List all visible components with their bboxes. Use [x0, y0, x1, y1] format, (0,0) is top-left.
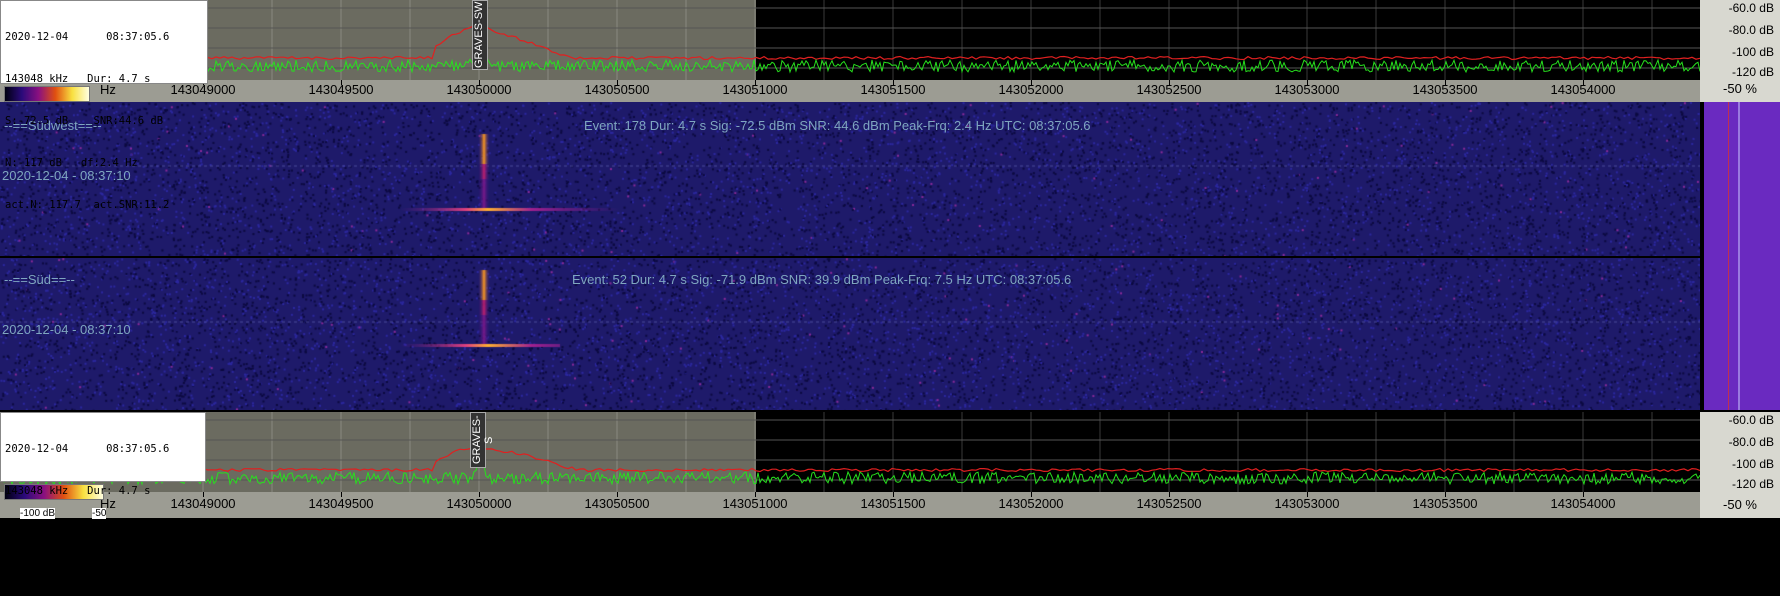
db-label: -120 dB: [1731, 477, 1774, 491]
axis-tick-label: 143054000: [1550, 82, 1616, 97]
db-label: -80.0 dB: [1728, 435, 1774, 449]
axis-tick-label: 143053500: [1412, 82, 1478, 97]
axis-tick-label: 143051500: [860, 82, 926, 97]
axis-tick-label: 143052500: [1136, 496, 1202, 511]
axis-tick-label: 143050500: [584, 82, 650, 97]
bottom-station-label: --==Süd==--: [4, 272, 75, 287]
top-info-line: 143048 kHz Dur: 4.7 s: [5, 73, 151, 85]
bottom-frequency-axis[interactable]: 143049000 143049500 143050000 143050500 1430…: [0, 492, 1700, 518]
axis-tick-label: 143050500: [584, 496, 650, 511]
db-label: -60.0 dB: [1728, 1, 1774, 15]
bottom-timestamp: 2020-12-04 - 08:37:10: [2, 322, 131, 337]
side-level-fill: [1704, 102, 1780, 410]
side-level-line: [1738, 102, 1740, 410]
db-label: -80.0 dB: [1728, 23, 1774, 37]
axis-tick-label: 143052000: [998, 82, 1064, 97]
bottom-spectrum[interactable]: [0, 412, 1700, 492]
axis-tick-label: 143053000: [1274, 82, 1340, 97]
top-frequency-axis[interactable]: 143049000 143049500 143050000 143050500 1430…: [0, 80, 1700, 102]
top-spectrum[interactable]: [0, 0, 1700, 80]
db-label: -100 dB: [1731, 45, 1774, 59]
top-info-line: 2020-12-04 08:37:05.6: [5, 31, 170, 43]
bottom-info-line: 2020-12-04 08:37:05.6: [5, 443, 170, 455]
bottom-station-marker[interactable]: GRAVES-S: [470, 412, 495, 468]
bottom-info-line: N:-111.8 dBm df:7.5 Hz: [5, 569, 145, 581]
bottom-info-line: S:-71.9 dBm SNR:39.9 dBm: [5, 527, 170, 539]
top-station-marker[interactable]: GRAVES-SW: [472, 0, 488, 70]
top-info-box: 2020-12-04 08:37:05.6 143048 kHz Dur: 4.…: [0, 0, 208, 211]
axis-tick-label: 143051000: [722, 496, 788, 511]
axis-tick-label: 143053000: [1274, 496, 1340, 511]
axis-tick-label: 143051500: [860, 496, 926, 511]
bottom-db-scale: -60.0 dB -80.0 dB -100 dB -120 dB: [1700, 412, 1780, 492]
axis-tick-label: 143050000: [446, 496, 512, 511]
axis-tick-label: 143052500: [1136, 82, 1202, 97]
axis-tick-label: 143052000: [998, 496, 1064, 511]
top-info-line: act.N:-117.7 act.SNR:11.2: [5, 199, 170, 211]
axis-tick-label: 143050000: [446, 82, 512, 97]
axis-tick-label: 143053500: [1412, 496, 1478, 511]
top-info-line: S:-72.5 dB SNR:44.6 dB: [5, 115, 164, 127]
bottom-event-text: Event: 52 Dur: 4.7 s Sig: -71.9 dBm SNR:…: [572, 272, 1072, 287]
axis-tick-label: 143054000: [1550, 496, 1616, 511]
bottom-info-box: 2020-12-04 08:37:05.6 143048 kHz Dur: 4.…: [0, 412, 206, 581]
db-label: -60.0 dB: [1728, 413, 1774, 427]
top-db-scale: -60.0 dB -80.0 dB -100 dB -120 dB: [1700, 0, 1780, 80]
top-percent[interactable]: -50 %: [1700, 80, 1780, 102]
side-level-line: [1728, 102, 1729, 410]
top-spectrum-plot: [0, 0, 1700, 80]
side-level-bar[interactable]: [1700, 102, 1780, 410]
top-info-line: N:-117 dB df:2.4 Hz: [5, 157, 138, 169]
db-label: -120 dB: [1731, 65, 1774, 79]
axis-tick-label: 143051000: [722, 82, 788, 97]
axis-tick-label: 143049500: [308, 496, 374, 511]
bottom-spectrum-plot: [0, 412, 1700, 492]
db-label: -100 dB: [1731, 457, 1774, 471]
bottom-percent[interactable]: -50 %: [1700, 492, 1780, 518]
bottom-info-line: 143048 kHz Dur: 4.7 s: [5, 485, 151, 497]
axis-tick-label: 143049500: [308, 82, 374, 97]
top-event-text: Event: 178 Dur: 4.7 s Sig: -72.5 dBm SNR…: [584, 118, 1091, 133]
